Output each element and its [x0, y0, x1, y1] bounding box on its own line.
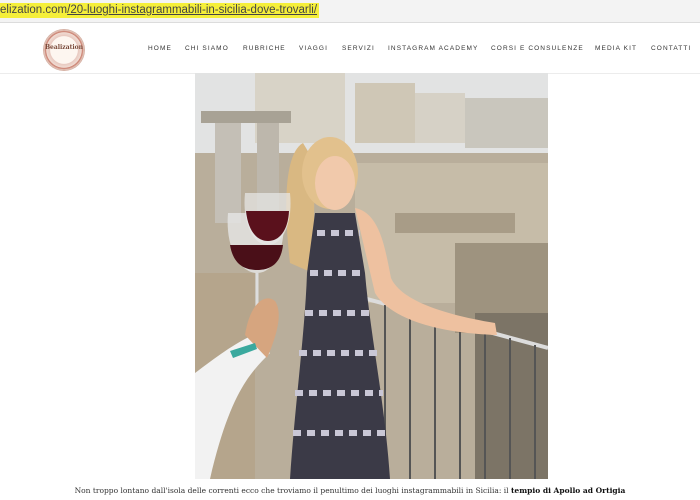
nav-item-contatti[interactable]: CONTATTI [651, 45, 691, 52]
photo-illustration [195, 73, 548, 479]
nav-item-home[interactable]: HOME [148, 45, 172, 52]
nav-item-rubriche[interactable]: RUBRICHE [243, 45, 286, 52]
nav-item-instagram-academy[interactable]: INSTAGRAM ACADEMY [388, 45, 478, 52]
caption-text: Non troppo lontano dall'isola delle corr… [74, 486, 509, 495]
nav-item-viaggi[interactable]: VIAGGI [299, 45, 328, 52]
nav-item-servizi[interactable]: SERVIZI [342, 45, 375, 52]
caption-link[interactable]: tempio di Apollo ad Ortigia [511, 486, 625, 495]
site-header: Bealization HOME CHI SIAMO RUBRICHE VIAG… [0, 23, 700, 74]
article-photo [195, 73, 548, 479]
url-domain: elization.com [0, 4, 68, 16]
article-caption: Non troppo lontano dall'isola delle corr… [0, 486, 700, 495]
url-path: /20-luoghi-instagrammabili-in-sicilia-do… [67, 4, 318, 16]
site-logo[interactable]: Bealization [44, 30, 84, 70]
nav-item-media-kit[interactable]: MEDIA KIT [595, 45, 637, 52]
url-text[interactable]: elization.com/20-luoghi-instagrammabili-… [0, 3, 320, 18]
nav-item-chi-siamo[interactable]: CHI SIAMO [185, 45, 229, 52]
address-bar[interactable]: elization.com/20-luoghi-instagrammabili-… [0, 0, 700, 23]
nav-item-corsi-e-consulenze[interactable]: CORSI E CONSULENZE [491, 45, 584, 52]
logo-text: Bealization [44, 44, 84, 51]
